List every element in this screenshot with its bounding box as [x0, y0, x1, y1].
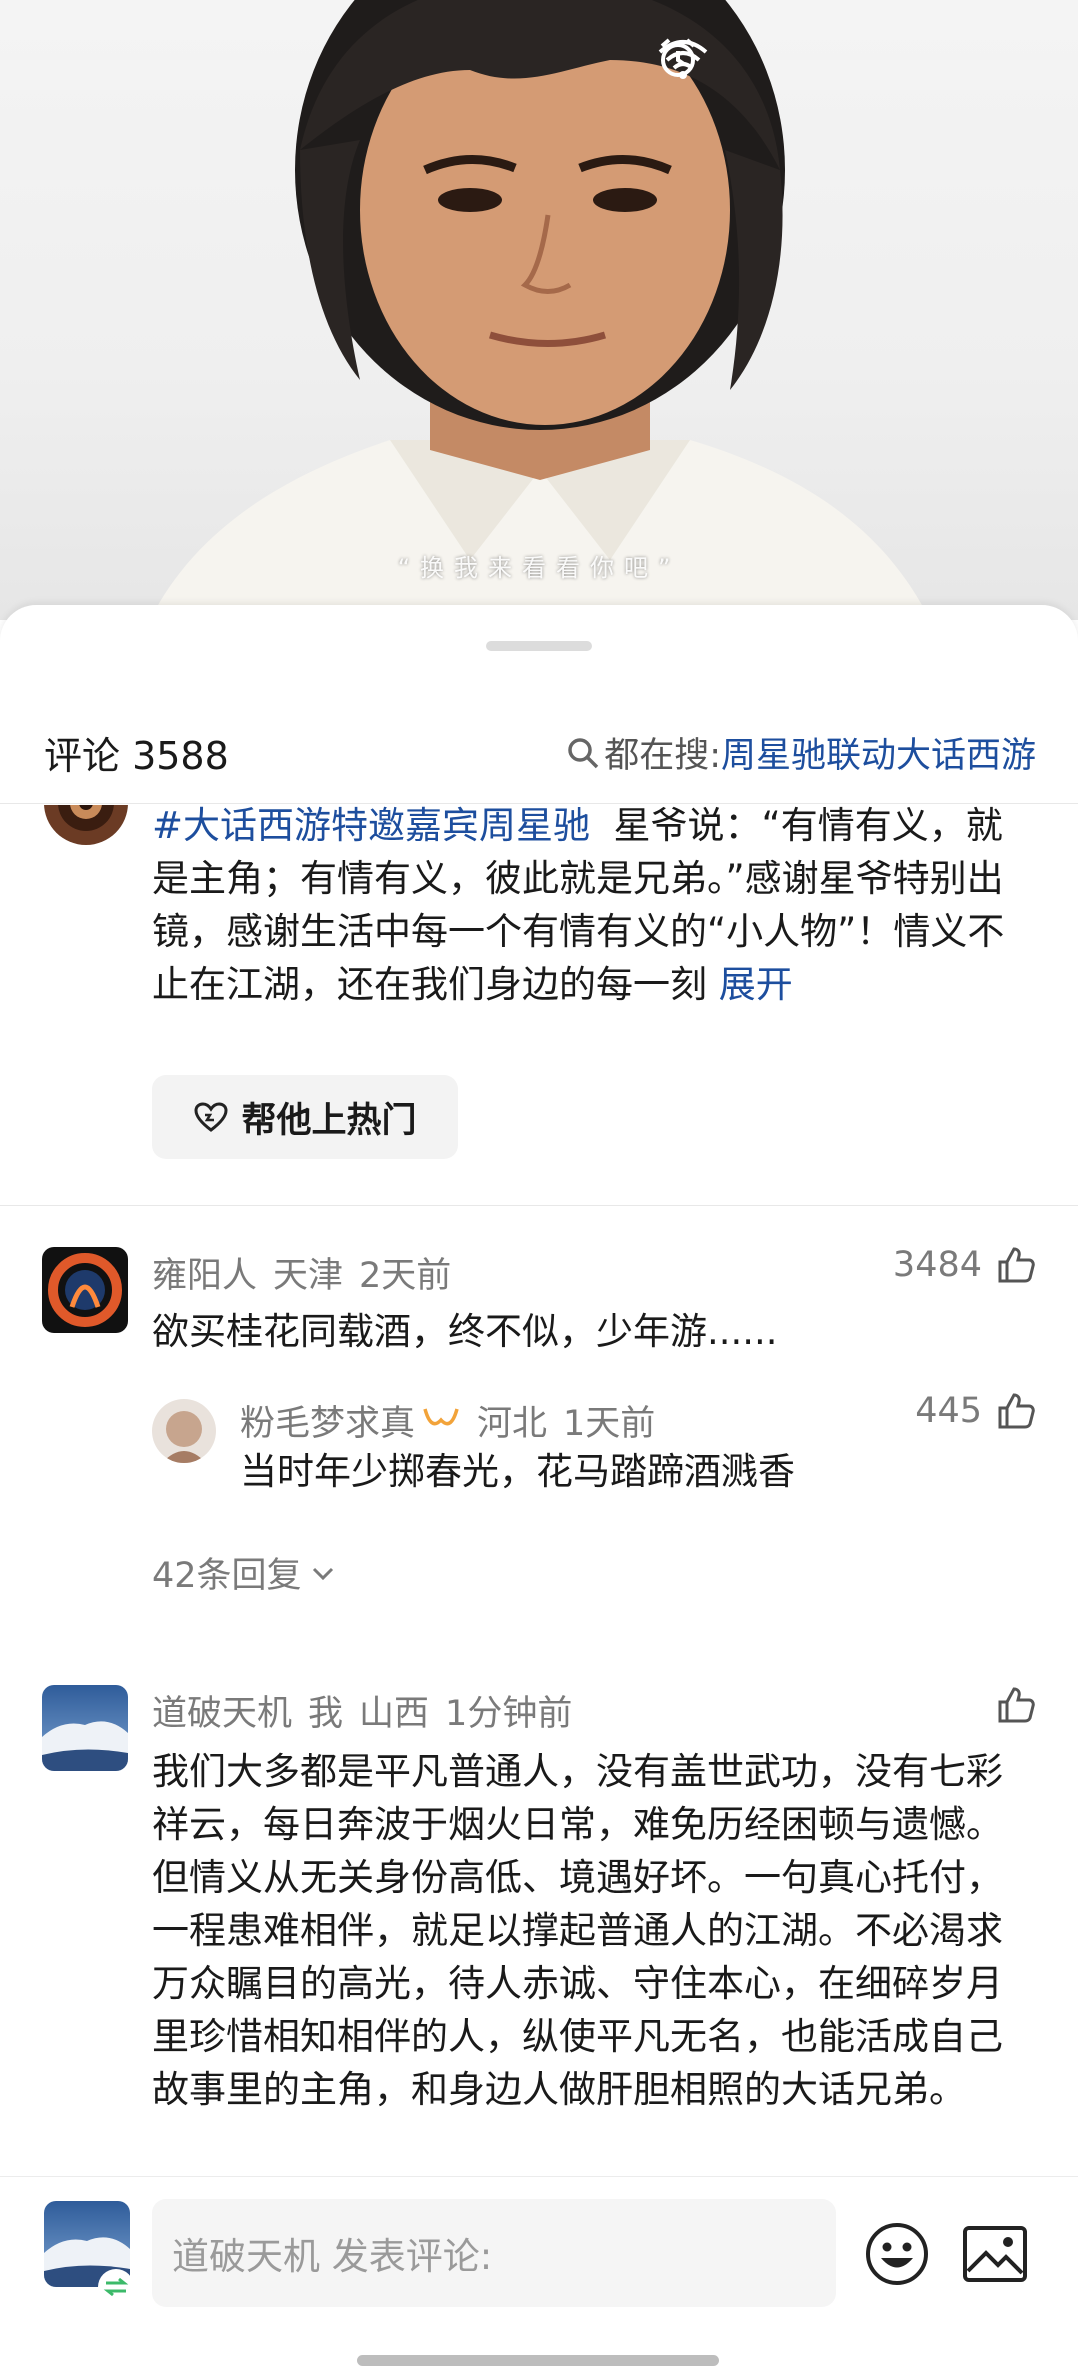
comment-count: 评论 3588: [44, 734, 229, 778]
divider: [0, 1205, 1078, 1206]
divider: [0, 803, 1078, 804]
location: 天津: [273, 1256, 344, 1296]
reply-meta: 粉毛梦求真 河北 1天前: [240, 1395, 671, 1446]
comment-meta: 道破天机我山西 1分钟前: [152, 1685, 588, 1736]
expand-link[interactable]: 展开: [719, 963, 793, 1006]
reply-count-label: 42条回复: [152, 1556, 302, 1596]
video-subtitle: “换我来看看你吧”: [397, 554, 681, 582]
comment-input[interactable]: 道破天机 发表评论:: [152, 2199, 836, 2307]
timestamp: 1分钟前: [445, 1694, 573, 1734]
home-indicator[interactable]: [357, 2355, 719, 2366]
search-icon: [566, 736, 600, 770]
search-label: 都在搜:: [604, 736, 721, 776]
video-player[interactable]: “换我来看看你吧”: [0, 0, 1078, 620]
pinned-comment-text: #大话西游特邀嘉宾周星驰 星爷说：“有情有义，就是主角；有情有义，彼此就是兄弟。…: [152, 805, 1034, 1011]
view-replies-button[interactable]: 42条回复: [152, 1547, 336, 1598]
thumbs-up-icon: [996, 1245, 1036, 1285]
hashtag-link[interactable]: #大话西游特邀嘉宾周星驰: [152, 805, 590, 847]
like-button[interactable]: 445: [915, 1391, 1036, 1431]
location: 山西: [359, 1694, 430, 1734]
switch-account-icon[interactable]: [98, 2269, 134, 2305]
boost-button-label: 帮他上热门: [241, 1100, 417, 1141]
timestamp: 2天前: [359, 1256, 452, 1296]
drag-handle[interactable]: [486, 641, 592, 651]
comment-text: 欲买桂花同载酒，终不似，少年游......: [152, 1310, 778, 1353]
video-frame: [150, 0, 930, 620]
thumbs-up-icon: [996, 1391, 1036, 1431]
emoji-icon[interactable]: [864, 2221, 930, 2291]
like-button[interactable]: [982, 1685, 1036, 1725]
comment-list[interactable]: #大话西游特邀嘉宾周星驰 星爷说：“有情有义，就是主角；有情有义，彼此就是兄弟。…: [0, 805, 1078, 2175]
search-suggestion[interactable]: 都在搜: 周星驰联动大话西游: [566, 727, 1036, 778]
location: 河北: [477, 1404, 548, 1444]
author-badge-icon: [421, 1404, 461, 1444]
avatar[interactable]: [42, 1247, 128, 1333]
heart-icon: [193, 1101, 229, 1133]
like-button[interactable]: 3484: [893, 1245, 1036, 1285]
reply-text: 当时年少掷春光，花马踏蹄酒溅香: [240, 1450, 795, 1493]
image-icon[interactable]: [962, 2225, 1028, 2287]
username[interactable]: 粉毛梦求真: [240, 1404, 415, 1444]
avatar[interactable]: [42, 1685, 128, 1771]
like-count: 3484: [892, 1245, 982, 1285]
comment-meta: 雍阳人 天津 2天前: [152, 1247, 467, 1298]
avatar[interactable]: [152, 1399, 216, 1463]
comment-header: 评论 3588 都在搜: 周星驰联动大话西游: [0, 715, 1078, 801]
username[interactable]: 雍阳人: [152, 1256, 257, 1296]
chevron-down-icon: [310, 1563, 336, 1583]
comment-input-bar: 道破天机 发表评论:: [0, 2176, 1078, 2376]
comment-text: 我们大多都是平凡普通人，没有盖世武功，没有七彩祥云，每日奔波于烟火日常，难免历经…: [152, 1750, 1003, 2111]
username[interactable]: 道破天机: [152, 1694, 292, 1734]
avatar[interactable]: [44, 805, 128, 845]
like-count: 445: [915, 1391, 982, 1431]
comment-sheet: 评论 3588 都在搜: 周星驰联动大话西游 #大话西游特邀嘉宾周星驰 星爷说：…: [0, 605, 1078, 2376]
thumbs-up-icon: [996, 1685, 1036, 1725]
self-tag: 我: [308, 1694, 344, 1734]
timestamp: 1天前: [563, 1404, 656, 1444]
comment-input-placeholder: 道破天机 发表评论:: [172, 2235, 493, 2278]
boost-button[interactable]: 帮他上热门: [152, 1075, 458, 1159]
search-keyword[interactable]: 周星驰联动大话西游: [721, 727, 1036, 778]
